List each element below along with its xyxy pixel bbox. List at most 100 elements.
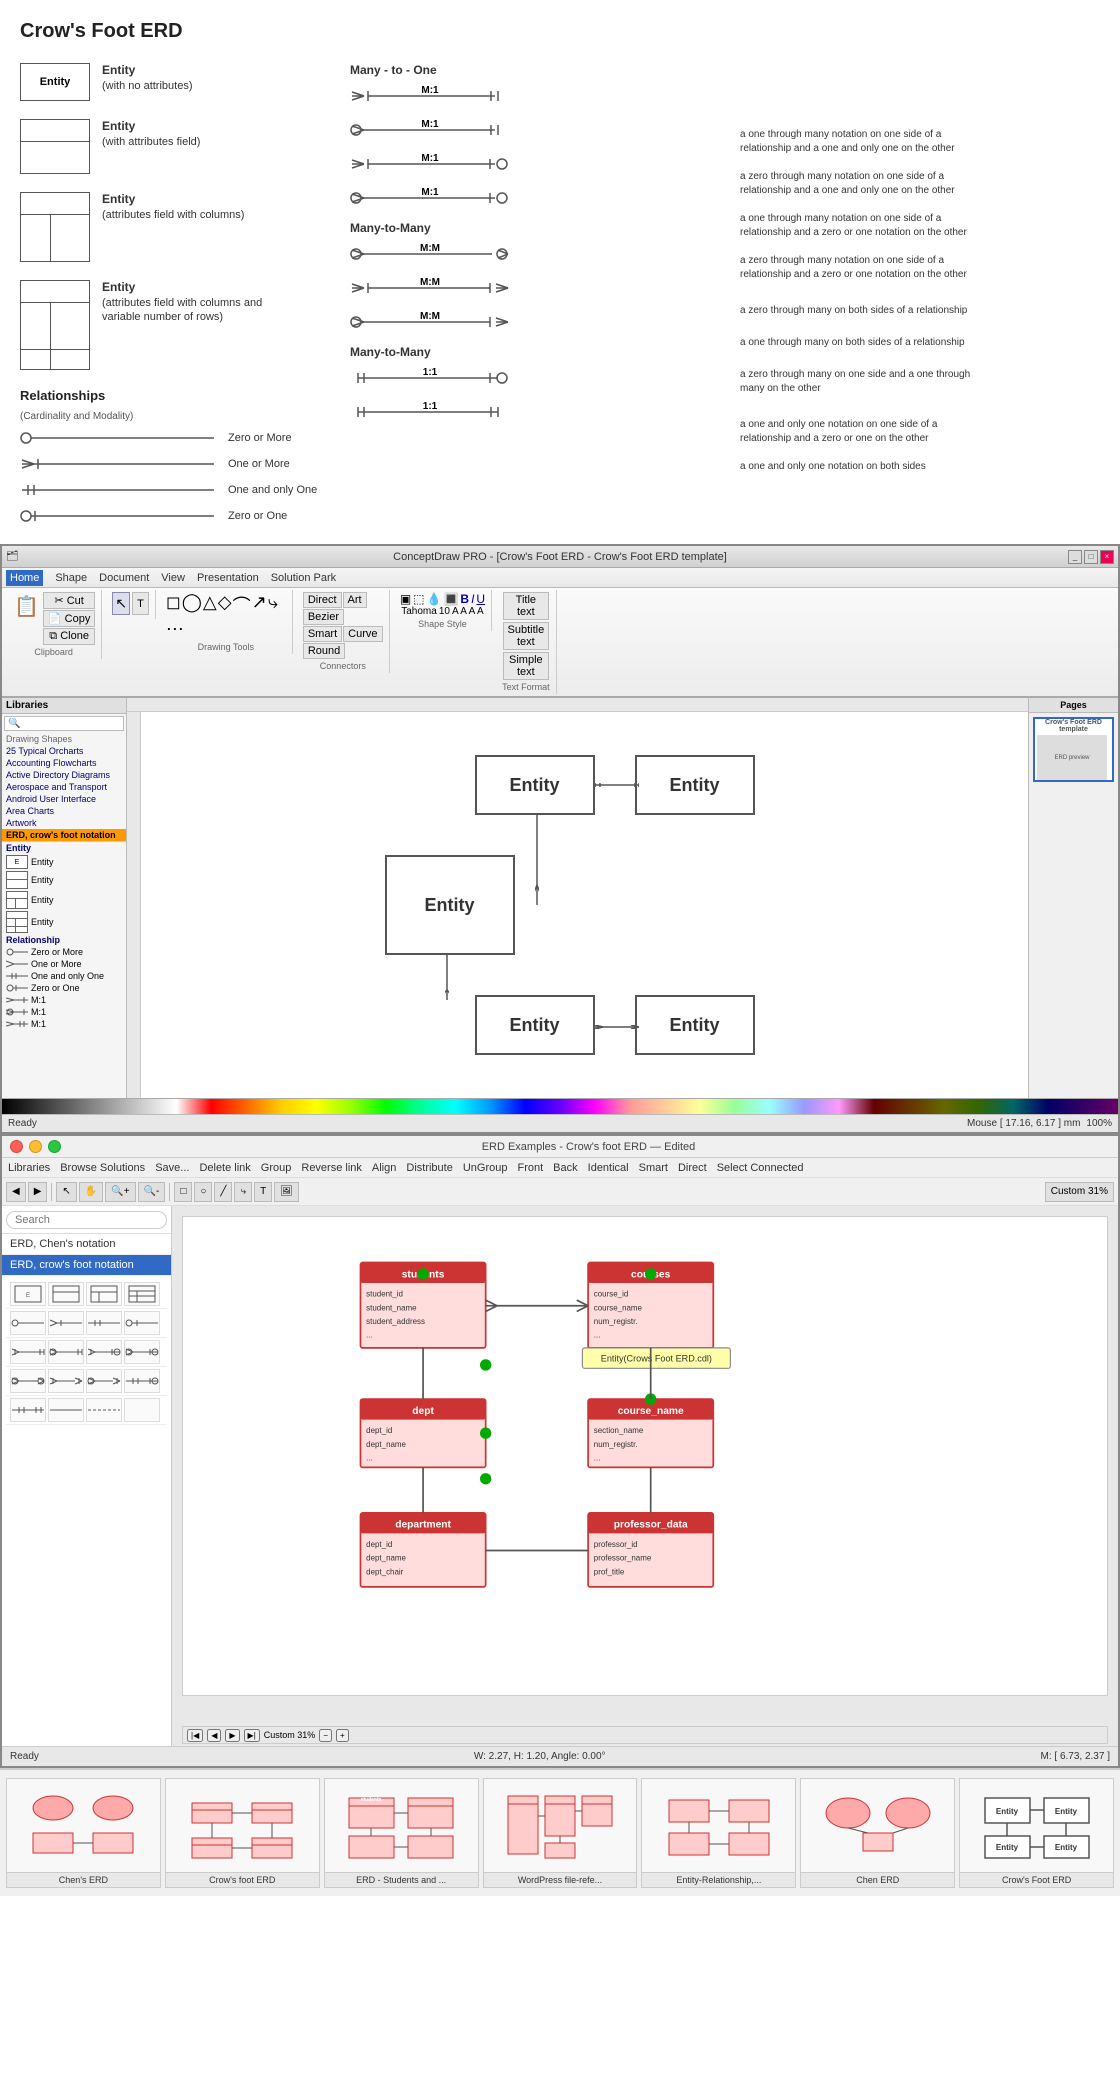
shape-11-1[interactable] [124,1369,160,1393]
app2-menu-browse[interactable]: Browse Solutions [60,1162,145,1174]
zoom-out-btn[interactable]: 🔍- [138,1182,166,1202]
zoom-decrease-btn[interactable]: − [319,1729,332,1742]
app2-menu-delete[interactable]: Delete link [199,1162,250,1174]
sidebar-entity-2[interactable]: Entity [2,870,126,890]
title-text-btn[interactable]: Titletext [503,592,550,620]
shape-entity-cols-var[interactable] [124,1282,160,1306]
pointer-btn[interactable]: ↖ [56,1182,76,1202]
app2-menu-reverse[interactable]: Reverse link [301,1162,362,1174]
minimize-btn[interactable]: _ [1068,550,1082,564]
thumbnail-students-erd[interactable]: students ERD - Students and ... [324,1778,479,1888]
hand-btn[interactable]: ✋ [79,1182,103,1202]
simple-text-btn[interactable]: Simpletext [503,652,550,680]
nav-forward-btn[interactable]: ▶ [28,1182,48,1202]
app2-menu-identical[interactable]: Identical [588,1162,629,1174]
page-thumbnail[interactable]: Crow's Foot ERD template ERD preview [1033,717,1114,782]
shape-mm-3[interactable] [86,1369,122,1393]
25-orcharts-item[interactable]: 25 Typical Orcharts [2,745,126,757]
curve-btn[interactable]: Curve [343,626,382,642]
nav-prev-btn[interactable]: ◀ [207,1729,221,1742]
active-directory-item[interactable]: Active Directory Diagrams [2,769,126,781]
shape-extra-1[interactable] [48,1398,84,1422]
artwork-item[interactable]: Artwork [2,817,126,829]
aerospace-item[interactable]: Aerospace and Transport [2,781,126,793]
close-btn[interactable]: × [1100,550,1114,564]
shape-zero-one[interactable] [124,1311,160,1335]
sidebar-chen-notation[interactable]: ERD, Chen's notation [2,1234,171,1255]
app2-menu-front[interactable]: Front [517,1162,543,1174]
shape-m1-1[interactable] [10,1340,46,1364]
thumbnail-chens-erd[interactable]: Chen's ERD [6,1778,161,1888]
sidebar-zero-or-one[interactable]: Zero or One [2,982,126,994]
app2-canvas-inner[interactable]: students student_id student_name student… [182,1216,1108,1696]
select-btn[interactable]: ↖ [112,592,130,615]
connector-tool[interactable]: ⤷ [234,1182,252,1202]
shape-m1-4[interactable] [124,1340,160,1364]
sidebar-one-or-more[interactable]: One or More [2,958,126,970]
app2-search-input[interactable] [6,1211,167,1229]
sidebar-entity-4[interactable]: Entity [2,910,126,934]
app2-menu-back[interactable]: Back [553,1162,577,1174]
menu-presentation[interactable]: Presentation [197,572,259,584]
shape-entity-simple[interactable]: E [10,1282,46,1306]
app2-menu-direct[interactable]: Direct [678,1162,707,1174]
app2-menu-ungroup[interactable]: UnGroup [463,1162,508,1174]
clone-btn[interactable]: ⧉ Clone [43,628,95,645]
shape-11-2[interactable] [10,1398,46,1422]
sidebar-entity-1[interactable]: E Entity [2,854,126,870]
mac-minimize-btn[interactable] [29,1140,42,1153]
bezier-btn[interactable]: Bezier [303,609,344,625]
nav-start-btn[interactable]: |◀ [187,1729,203,1742]
menu-solution-park[interactable]: Solution Park [271,572,336,584]
shape-entity-cols[interactable] [86,1282,122,1306]
canvas-entity-1[interactable]: Entity [475,755,595,815]
app1-canvas[interactable]: Entity Entity Entity [127,698,1028,1098]
canvas-entity-2[interactable]: Entity [635,755,755,815]
text-box-btn[interactable]: T [132,592,149,615]
line-tool[interactable]: ╱ [214,1182,232,1202]
shape-one-only[interactable] [86,1311,122,1335]
drawing-shapes-item[interactable]: Drawing Shapes [2,733,126,745]
app2-menu-align[interactable]: Align [372,1162,396,1174]
direct-btn[interactable]: Direct [303,592,342,608]
menu-document[interactable]: Document [99,572,149,584]
oval-tool[interactable]: ○ [194,1182,212,1202]
canvas-entity-5[interactable]: Entity [635,995,755,1055]
shape-entity-attr[interactable] [48,1282,84,1306]
shape-mm-2[interactable] [48,1369,84,1393]
app2-menu-distribute[interactable]: Distribute [406,1162,452,1174]
sidebar-entity-3[interactable]: Entity [2,890,126,910]
art-btn[interactable]: Art [343,592,367,608]
shape-m1-3[interactable] [86,1340,122,1364]
sidebar-m1-3[interactable]: M:1 [2,1018,126,1030]
nav-next-btn[interactable]: ▶ [225,1729,239,1742]
thumbnail-crows-foot-erd[interactable]: Crow's foot ERD [165,1778,320,1888]
zoom-in-btn[interactable]: 🔍+ [105,1182,135,1202]
canvas-entity-4[interactable]: Entity [475,995,595,1055]
shape-one-more[interactable] [48,1311,84,1335]
sidebar-m1-1[interactable]: M:1 [2,994,126,1006]
zoom-pct-btn[interactable]: Custom 31% [1045,1182,1114,1202]
menu-home[interactable]: Home [6,570,43,586]
mac-close-btn[interactable] [10,1140,23,1153]
paste-btn[interactable]: 📋 [12,592,41,645]
img-tool[interactable]: 🖼 [274,1182,299,1202]
cut-btn[interactable]: ✂ Cut [43,592,95,609]
subtitle-text-btn[interactable]: Subtitletext [503,622,550,650]
app2-menu-libraries[interactable]: Libraries [8,1162,50,1174]
accounting-flowcharts-item[interactable]: Accounting Flowcharts [2,757,126,769]
maximize-btn[interactable]: □ [1084,550,1098,564]
erd-crows-foot-section[interactable]: ERD, crow's foot notation [2,829,126,842]
app2-menu-select-connected[interactable]: Select Connected [717,1162,804,1174]
canvas-entity-3[interactable]: Entity [385,855,515,955]
canvas-area[interactable]: Entity Entity Entity [141,712,1028,1098]
area-charts-item[interactable]: Area Charts [2,805,126,817]
thumbnail-wordpress-erd[interactable]: WordPress file-refe... [483,1778,638,1888]
mac-maximize-btn[interactable] [48,1140,61,1153]
shape-zero-more[interactable] [10,1311,46,1335]
app2-canvas[interactable]: students student_id student_name student… [172,1206,1118,1746]
nav-back-btn[interactable]: ◀ [6,1182,26,1202]
copy-btn[interactable]: 📄 Copy [43,610,95,627]
sidebar-crows-foot-notation[interactable]: ERD, crow's foot notation [2,1255,171,1276]
nav-end-btn[interactable]: ▶| [244,1729,260,1742]
